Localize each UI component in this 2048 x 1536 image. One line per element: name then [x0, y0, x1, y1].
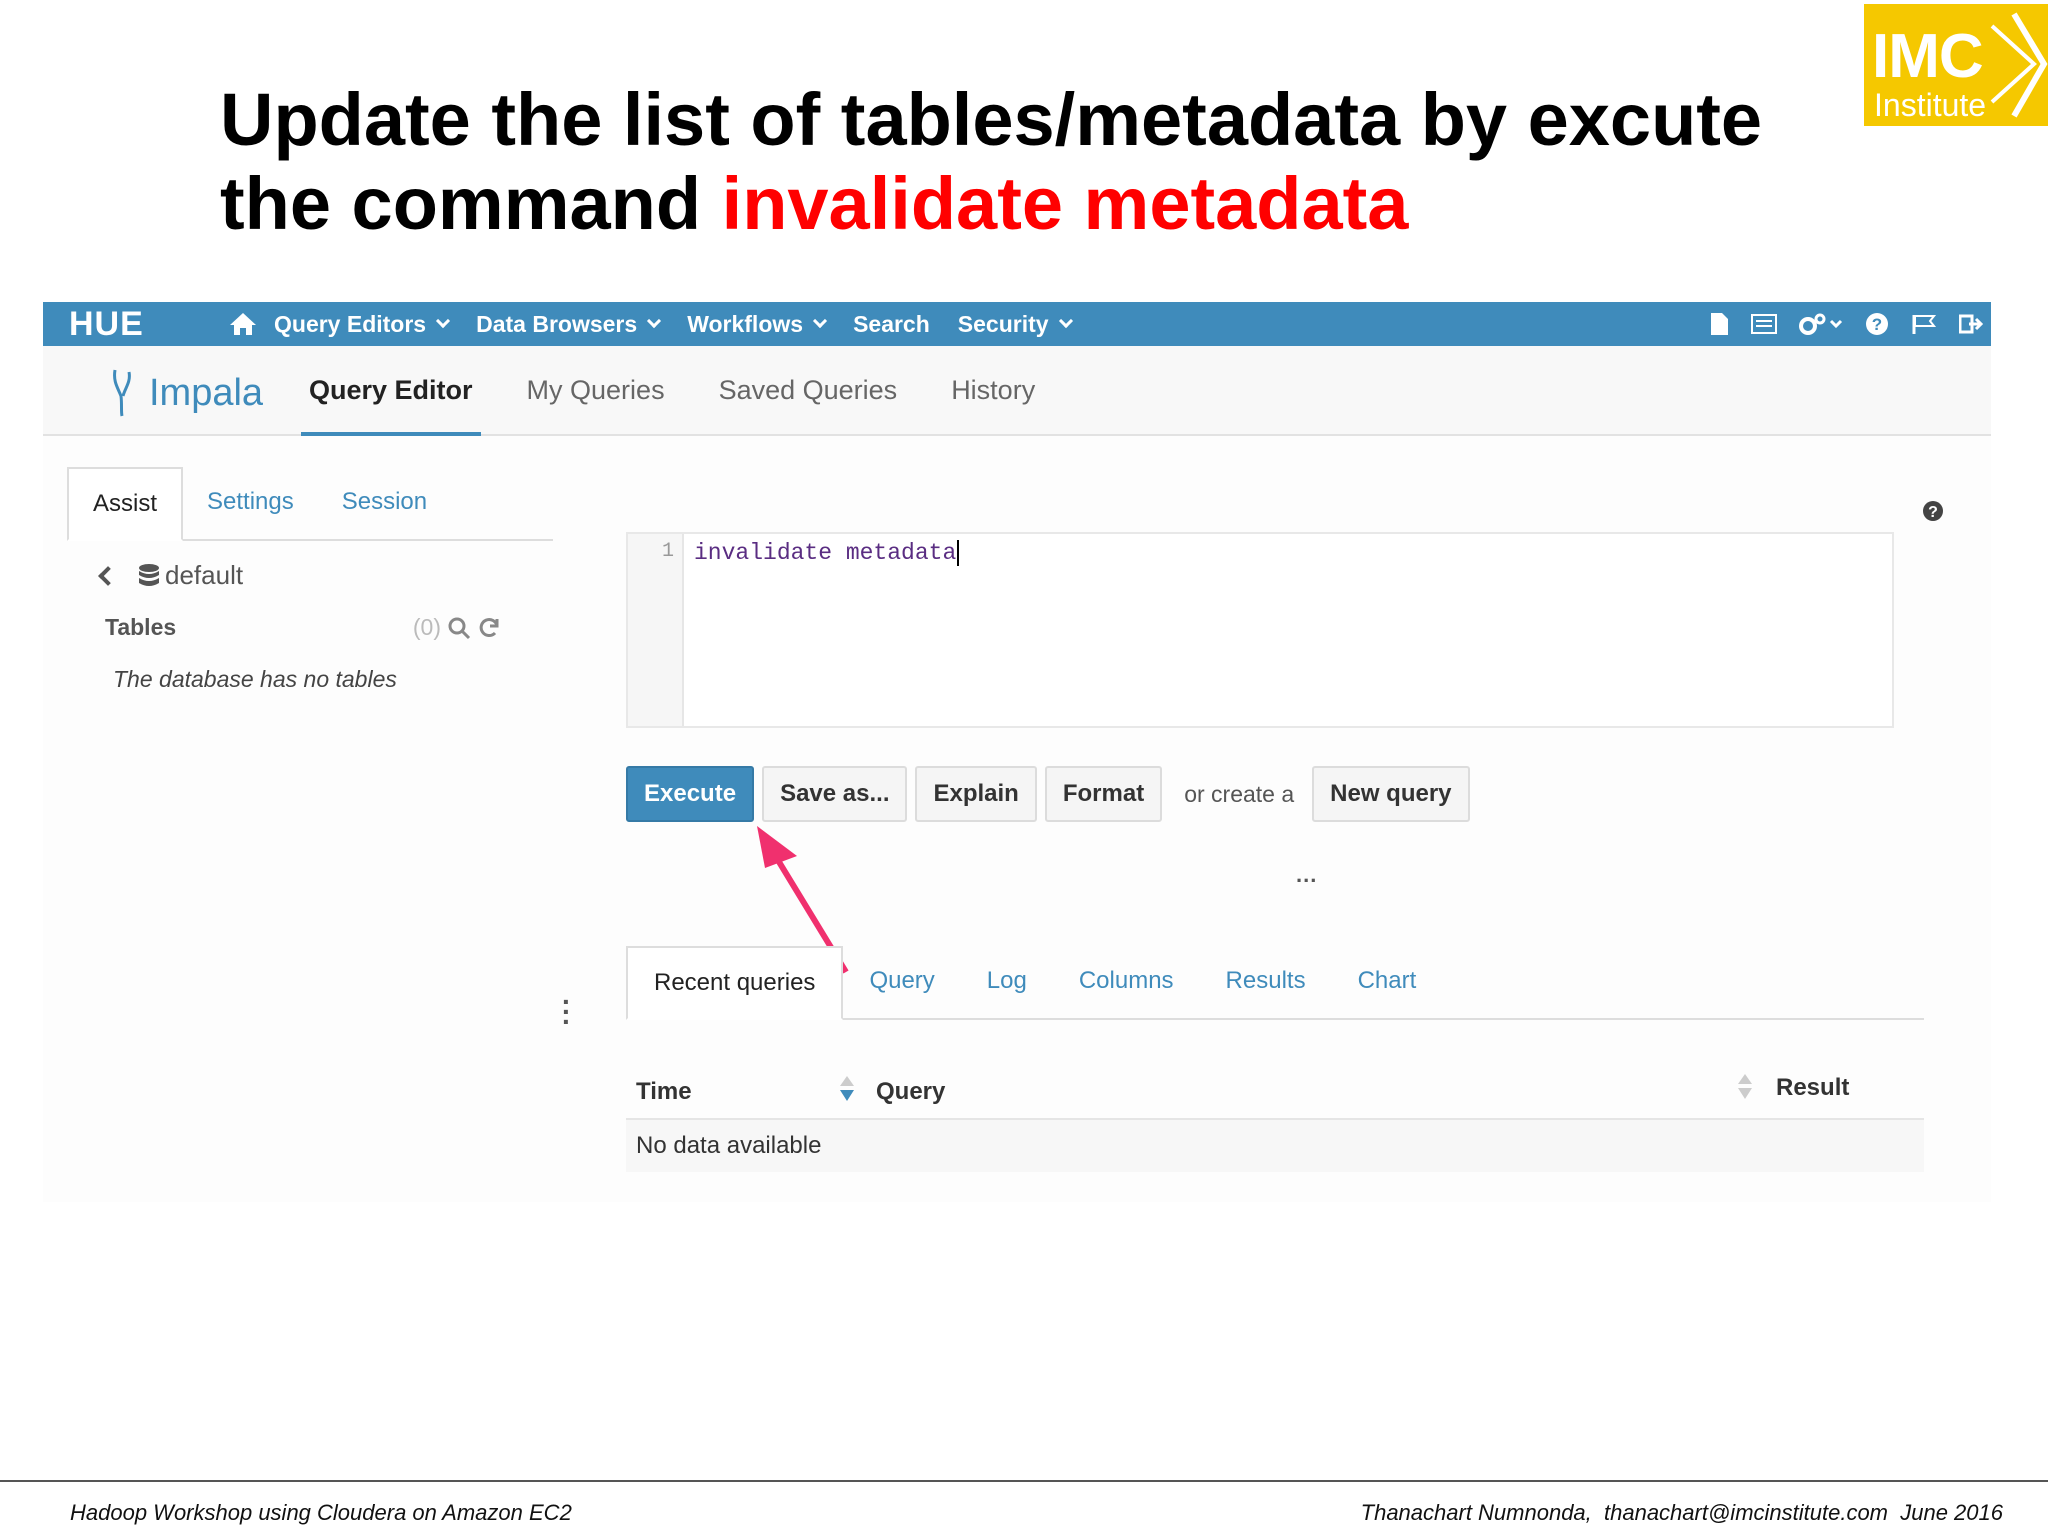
tab-my-queries[interactable]: My Queries [527, 346, 665, 436]
execute-button[interactable]: Execute [626, 766, 755, 822]
file-icon[interactable] [1709, 312, 1729, 336]
tab-chart[interactable]: Chart [1332, 946, 1443, 1018]
tables-header: Tables (0) [105, 614, 501, 641]
back-icon[interactable] [98, 565, 118, 586]
tables-label: Tables [105, 614, 177, 640]
impala-brand[interactable]: Impala [109, 368, 263, 418]
tab-settings[interactable]: Settings [183, 467, 318, 539]
tab-query-editor[interactable]: Query Editor [301, 346, 481, 436]
database-name: default [165, 560, 244, 590]
chevron-down-icon [812, 313, 828, 329]
hue-logo[interactable]: HUE [69, 306, 144, 342]
footer-left: Hadoop Workshop using Cloudera on Amazon… [70, 1500, 572, 1525]
tab-recent-queries[interactable]: Recent queries [626, 946, 844, 1020]
column-time[interactable]: Time [636, 1078, 692, 1106]
help-icon[interactable]: ? [1865, 312, 1889, 336]
tab-saved-queries[interactable]: Saved Queries [719, 346, 898, 436]
save-as-button[interactable]: Save as... [762, 766, 908, 822]
search-icon[interactable] [447, 616, 471, 640]
footer-right: Thanachart Numnonda, thanachart@imcinsti… [1360, 1500, 2003, 1525]
top-nav: Query Editors Data Browsers Workflows Se… [228, 302, 1099, 346]
sort-icon[interactable] [1736, 1072, 1754, 1102]
code-line[interactable]: invalidate metadata [694, 540, 960, 566]
nav-workflows[interactable]: Workflows [687, 311, 828, 338]
sql-editor[interactable]: 1 invalidate metadata [626, 532, 1894, 728]
panel-resize-handle[interactable]: ... [562, 981, 570, 1029]
empty-tables-message: The database has no tables [113, 666, 397, 692]
nav-data-browsers[interactable]: Data Browsers [476, 311, 662, 338]
table-header: Time Query Result [626, 1062, 1924, 1120]
title-highlight: invalidate metadata [721, 162, 1409, 245]
home-icon[interactable] [228, 311, 258, 337]
list-icon[interactable] [1751, 313, 1777, 335]
imc-institute-logo: IMC Institute [1864, 4, 2048, 126]
refresh-icon[interactable] [477, 616, 501, 640]
tab-log[interactable]: Log [961, 946, 1053, 1018]
settings-icon[interactable] [1799, 312, 1843, 336]
sub-nav: Query Editor My Queries Saved Queries Hi… [301, 346, 1089, 436]
nav-search[interactable]: Search [853, 311, 930, 338]
text-cursor [957, 540, 960, 566]
recent-queries-table: Time Query Result No data available [626, 1062, 1924, 1172]
title-line-2: the command [220, 162, 722, 245]
explain-button[interactable]: Explain [915, 766, 1037, 822]
tab-history[interactable]: History [951, 346, 1035, 436]
impala-icon [113, 369, 131, 417]
chevron-down-icon [1058, 313, 1073, 329]
assist-tabs: Assist Settings Session [67, 465, 553, 541]
footer-divider [0, 1480, 2048, 1482]
tables-count: (0) [412, 614, 441, 640]
column-query[interactable]: Query [876, 1078, 945, 1106]
logout-icon[interactable] [1959, 313, 1983, 335]
top-navbar: HUE Query Editors Data Browsers Workflow… [43, 302, 1991, 346]
chevron-down-icon [647, 313, 662, 329]
tab-assist[interactable]: Assist [67, 467, 184, 541]
tab-query[interactable]: Query [843, 946, 960, 1018]
database-icon [139, 563, 159, 586]
hue-app: HUE Query Editors Data Browsers Workflow… [43, 302, 1991, 1202]
tab-session[interactable]: Session [318, 467, 451, 539]
database-selector[interactable]: default [98, 560, 244, 591]
result-tabs: Recent queries Query Log Columns Results… [626, 944, 1924, 1020]
logo-brand: IMC [1872, 22, 1984, 91]
title-line-1: Update the list of tables/metadata by ex… [220, 78, 1763, 161]
or-create-text: or create a [1184, 780, 1295, 807]
more-ellipsis[interactable]: ... [1296, 862, 1317, 888]
table-row: No data available [626, 1120, 1924, 1172]
format-button[interactable]: Format [1044, 766, 1163, 822]
new-query-button[interactable]: New query [1312, 766, 1470, 822]
sort-desc-icon[interactable] [838, 1074, 856, 1104]
line-number-gutter: 1 [628, 534, 684, 726]
svg-text:?: ? [1872, 315, 1882, 334]
nav-security[interactable]: Security [958, 311, 1073, 338]
editor-help-icon[interactable]: ? [1922, 500, 1944, 522]
logo-sub: Institute [1874, 87, 1987, 123]
chevron-down-icon [436, 313, 451, 329]
slide-title: Update the list of tables/metadata by ex… [220, 78, 1820, 246]
svg-text:?: ? [1928, 504, 1938, 521]
sub-navbar: Impala Query Editor My Queries Saved Que… [43, 346, 1991, 436]
nav-query-editors[interactable]: Query Editors [274, 311, 451, 338]
tab-columns[interactable]: Columns [1053, 946, 1200, 1018]
flag-icon[interactable] [1911, 313, 1937, 335]
top-right-icons: ? [1709, 302, 1983, 346]
app-name: Impala [149, 371, 264, 414]
column-result[interactable]: Result [1776, 1074, 1849, 1102]
tab-results[interactable]: Results [1200, 946, 1332, 1018]
editor-actions: Execute Save as... Explain Format or cre… [626, 766, 1478, 822]
